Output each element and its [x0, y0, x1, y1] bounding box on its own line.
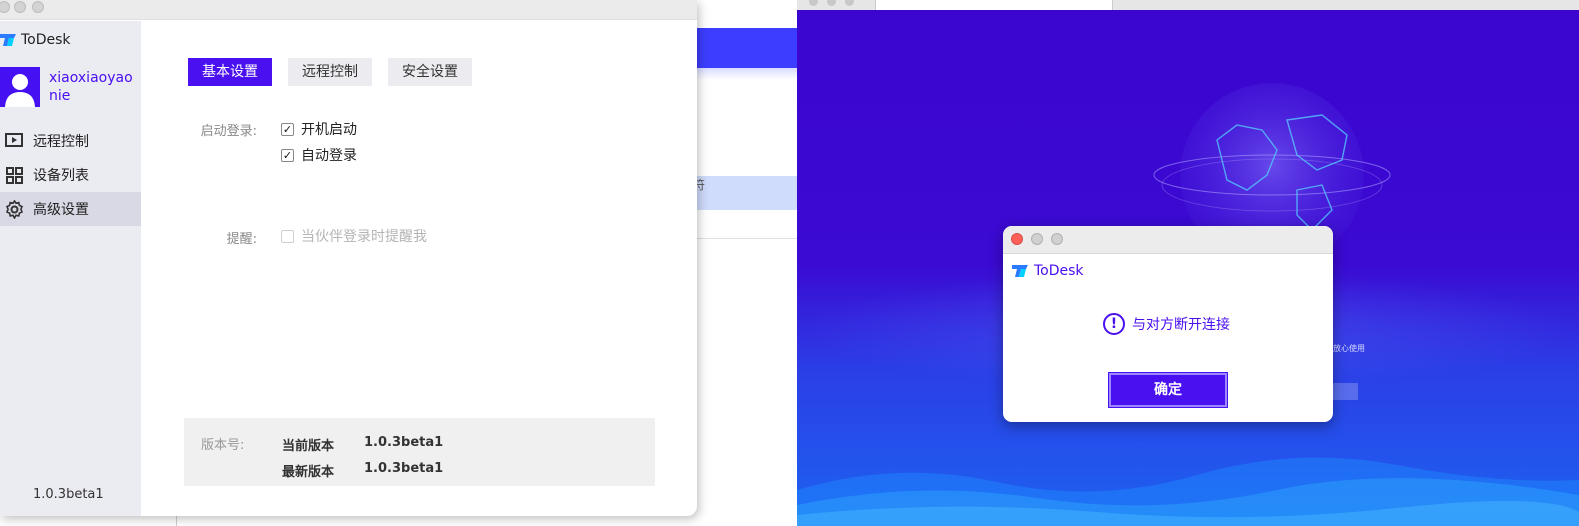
sidebar-item-advanced-settings[interactable]: 高级设置 — [0, 192, 141, 226]
dialog-message-text: 与对方断开连接 — [1132, 317, 1230, 333]
background-header-bar — [697, 28, 800, 68]
auto-start-checkbox[interactable]: ✓ 开机启动 — [281, 119, 357, 139]
zoom-window-button[interactable] — [32, 1, 44, 13]
sidebar-item-label: 远程控制 — [33, 134, 89, 150]
sidebar-item-label: 高级设置 — [33, 202, 89, 218]
background-divider — [697, 238, 800, 239]
dialog-title: ToDesk — [1034, 263, 1084, 279]
disconnect-dialog: ToDesk ! 与对方断开连接 确定 — [1003, 226, 1333, 422]
sidebar: ToDesk xiaoxiaoyaonie 远程控制 设备列表 高级设置 1.0… — [0, 21, 141, 516]
dialog-titlebar — [1003, 226, 1333, 254]
minimize-window-button[interactable] — [14, 1, 26, 13]
remote-background-bar — [1333, 383, 1358, 400]
remote-background-text: 放心使用 — [1333, 344, 1365, 353]
version-label: 版本号: — [201, 438, 245, 453]
user-silhouette-icon — [5, 74, 35, 107]
latest-version-key: 最新版本 — [282, 465, 335, 480]
startup-login-label: 启动登录: — [200, 124, 257, 139]
partner-login-alert-checkbox[interactable]: 当伙伴登录时提醒我 — [281, 226, 427, 246]
tab-basic-settings[interactable]: 基本设置 — [188, 58, 272, 86]
tab-remote-control[interactable]: 远程控制 — [288, 58, 372, 86]
todesk-logo-icon — [0, 34, 16, 46]
app-version: 1.0.3beta1 — [33, 487, 104, 502]
grid-icon — [4, 165, 24, 185]
tab-security-settings[interactable]: 安全设置 — [388, 58, 472, 86]
remote-traffic-light — [809, 0, 818, 6]
current-version-value: 1.0.3beta1 — [364, 435, 444, 450]
sidebar-item-device-list[interactable]: 设备列表 — [0, 158, 141, 192]
auto-login-label: 自动登录 — [301, 148, 357, 164]
checkmark-icon: ✓ — [281, 148, 294, 162]
background-header-shadow — [697, 68, 800, 80]
checkbox-empty-icon — [281, 229, 294, 243]
sidebar-item-label: 设备列表 — [33, 168, 89, 184]
app-name: ToDesk — [21, 32, 71, 48]
remote-traffic-light — [845, 0, 854, 6]
alert-icon: ! — [1103, 313, 1125, 335]
remote-address-field — [875, 0, 1113, 10]
background-divider-vertical — [176, 515, 177, 526]
partner-login-alert-label: 当伙伴登录时提醒我 — [301, 229, 427, 245]
window-titlebar — [0, 0, 697, 20]
avatar[interactable] — [0, 67, 40, 107]
auto-login-checkbox[interactable]: ✓ 自动登录 — [281, 145, 357, 165]
wave-pattern-icon — [797, 457, 1579, 526]
dialog-zoom-button[interactable] — [1051, 233, 1063, 245]
current-version-key: 当前版本 — [282, 439, 335, 454]
dialog-message: ! 与对方断开连接 — [1103, 313, 1230, 335]
remote-window-titlebar — [797, 0, 1579, 10]
ok-button[interactable]: 确定 — [1109, 373, 1227, 407]
checkmark-icon: ✓ — [281, 122, 294, 136]
username: xiaoxiaoyaonie — [49, 70, 133, 104]
settings-window: ToDesk xiaoxiaoyaonie 远程控制 设备列表 高级设置 1.0… — [0, 0, 697, 516]
remote-control-icon — [4, 131, 24, 151]
latest-version-value: 1.0.3beta1 — [364, 461, 444, 476]
remote-traffic-light — [827, 0, 836, 6]
dialog-close-button[interactable] — [1011, 233, 1023, 245]
app-brand: ToDesk — [0, 32, 71, 48]
auto-start-label: 开机启动 — [301, 122, 357, 138]
gear-icon — [4, 199, 24, 219]
version-panel: 版本号: 当前版本 1.0.3beta1 最新版本 1.0.3beta1 — [184, 418, 655, 486]
reminder-label: 提醒: — [226, 232, 257, 247]
todesk-logo-icon — [1012, 265, 1028, 277]
dialog-brand: ToDesk — [1012, 263, 1084, 279]
sidebar-item-remote-control[interactable]: 远程控制 — [0, 124, 141, 158]
close-window-button[interactable] — [0, 1, 10, 13]
dialog-minimize-button[interactable] — [1031, 233, 1043, 245]
